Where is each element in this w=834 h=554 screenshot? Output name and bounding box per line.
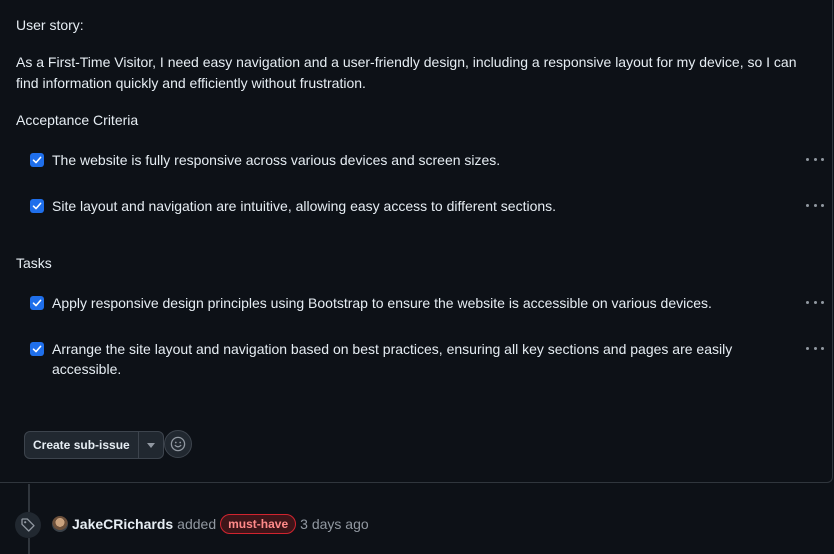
acceptance-heading: Acceptance Criteria — [16, 112, 139, 128]
task-checkbox-2[interactable] — [30, 342, 44, 356]
timeline-tag-badge — [15, 512, 41, 538]
acceptance-item-text-1: The website is fully responsive across v… — [52, 152, 501, 168]
task-item-1-more-icon[interactable] — [806, 297, 824, 307]
acceptance-item-2-more-icon[interactable] — [806, 200, 824, 210]
create-sub-issue-button-group: Create sub-issue — [24, 431, 164, 459]
triangle-down-icon — [146, 442, 155, 448]
acceptance-checkbox-1[interactable] — [30, 153, 44, 167]
checkmark-icon — [32, 156, 42, 164]
timeline-connector — [28, 538, 30, 554]
checkmark-icon — [32, 299, 42, 307]
avatar[interactable] — [52, 516, 68, 532]
create-sub-issue-button[interactable]: Create sub-issue — [25, 432, 139, 458]
event-author-link[interactable]: JakeCRichards — [72, 516, 173, 532]
acceptance-item-1-more-icon[interactable] — [806, 154, 824, 164]
task-item-2-more-icon[interactable] — [806, 343, 824, 353]
issue-body-card: User story: As a First-Time Visitor, I n… — [0, 0, 833, 483]
task-item-text-2: Arrange the site layout and navigation b… — [52, 341, 733, 377]
timeline-connector — [28, 484, 30, 512]
tasks-heading: Tasks — [16, 255, 52, 271]
task-checkbox-1[interactable] — [30, 296, 44, 310]
checkmark-icon — [32, 202, 42, 210]
timeline-event: JakeCRichards added must-have 3 days ago — [52, 513, 369, 535]
smiley-icon — [170, 436, 186, 452]
create-sub-issue-dropdown-button[interactable] — [139, 432, 163, 458]
checkmark-icon — [32, 345, 42, 353]
story-text: As a First-Time Visitor, I need easy nav… — [16, 54, 797, 91]
label-badge[interactable]: must-have — [220, 514, 297, 534]
event-timestamp[interactable]: 3 days ago — [300, 516, 369, 532]
acceptance-checkbox-2[interactable] — [30, 199, 44, 213]
acceptance-item-text-2: Site layout and navigation are intuitive… — [52, 198, 557, 214]
tag-icon — [21, 518, 35, 532]
add-reaction-button[interactable] — [164, 430, 192, 458]
event-verb: added — [177, 516, 217, 532]
story-heading: User story: — [16, 17, 84, 33]
task-item-text-1: Apply responsive design principles using… — [52, 295, 712, 311]
